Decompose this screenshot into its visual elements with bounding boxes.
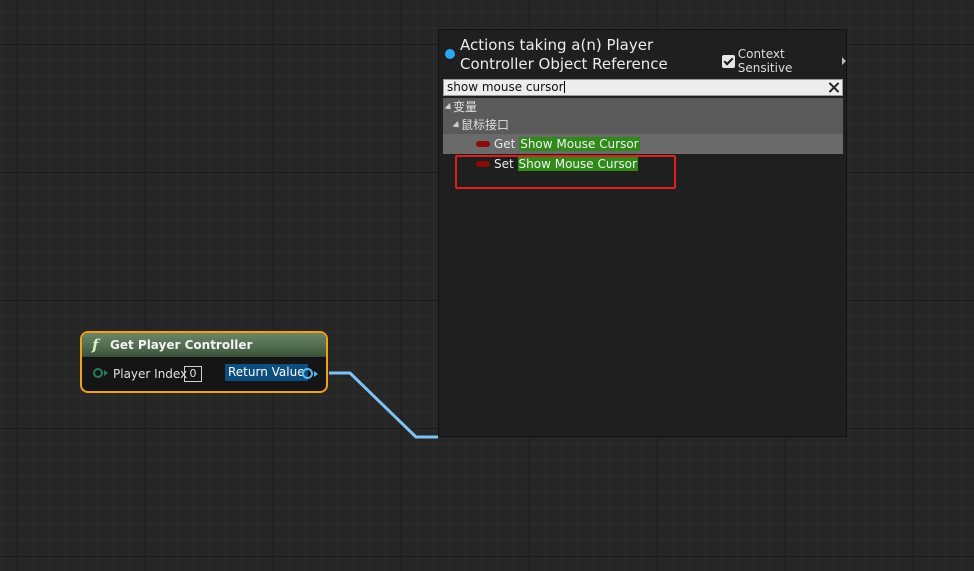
clear-search-icon[interactable] (827, 80, 841, 95)
player-index-field[interactable]: 0 (184, 366, 202, 382)
menu-title: Actions taking a(n) Player Controller Ob… (460, 36, 668, 73)
function-icon: f (92, 336, 99, 354)
context-sensitive-checkbox[interactable] (722, 54, 735, 68)
action-prefix: Get (494, 137, 520, 151)
player-index-label: Player Index (113, 367, 188, 381)
annotation-highlight-box (455, 155, 676, 189)
menu-header: Actions taking a(n) Player Controller Ob… (439, 30, 846, 80)
category-label: 鼠标接口 (461, 118, 510, 132)
node-body: Player Index 0 Return Value (82, 358, 326, 391)
return-value-label: Return Value (225, 364, 308, 381)
object-reference-pin-icon (445, 49, 455, 59)
output-pin-arrow-icon (314, 371, 318, 377)
category-mouse-interface[interactable]: 鼠标接口 (443, 116, 843, 134)
category-label: 变量 (453, 100, 478, 114)
variable-pill-icon (476, 141, 490, 147)
category-variables[interactable]: 变量 (443, 98, 843, 116)
get-player-controller-node[interactable]: f Get Player Controller Player Index 0 R… (80, 331, 328, 393)
player-index-input-pin[interactable] (93, 368, 103, 378)
node-header[interactable]: f Get Player Controller (82, 333, 326, 358)
context-sensitive-toggle[interactable]: Context Sensitive (722, 47, 846, 75)
action-get-show-mouse-cursor[interactable]: Get Show Mouse Cursor (443, 134, 843, 154)
input-pin-arrow-icon (104, 370, 108, 376)
node-title: Get Player Controller (110, 338, 253, 352)
search-match-highlight: Show Mouse Cursor (519, 137, 640, 151)
return-value-output-pin[interactable] (302, 368, 313, 379)
action-menu: Actions taking a(n) Player Controller Ob… (438, 29, 847, 437)
context-sensitive-label: Context Sensitive (737, 47, 793, 75)
search-input[interactable]: show mouse cursor (443, 79, 843, 96)
expand-arrow-icon[interactable] (842, 57, 846, 65)
search-input-text: show mouse cursor (447, 80, 564, 94)
